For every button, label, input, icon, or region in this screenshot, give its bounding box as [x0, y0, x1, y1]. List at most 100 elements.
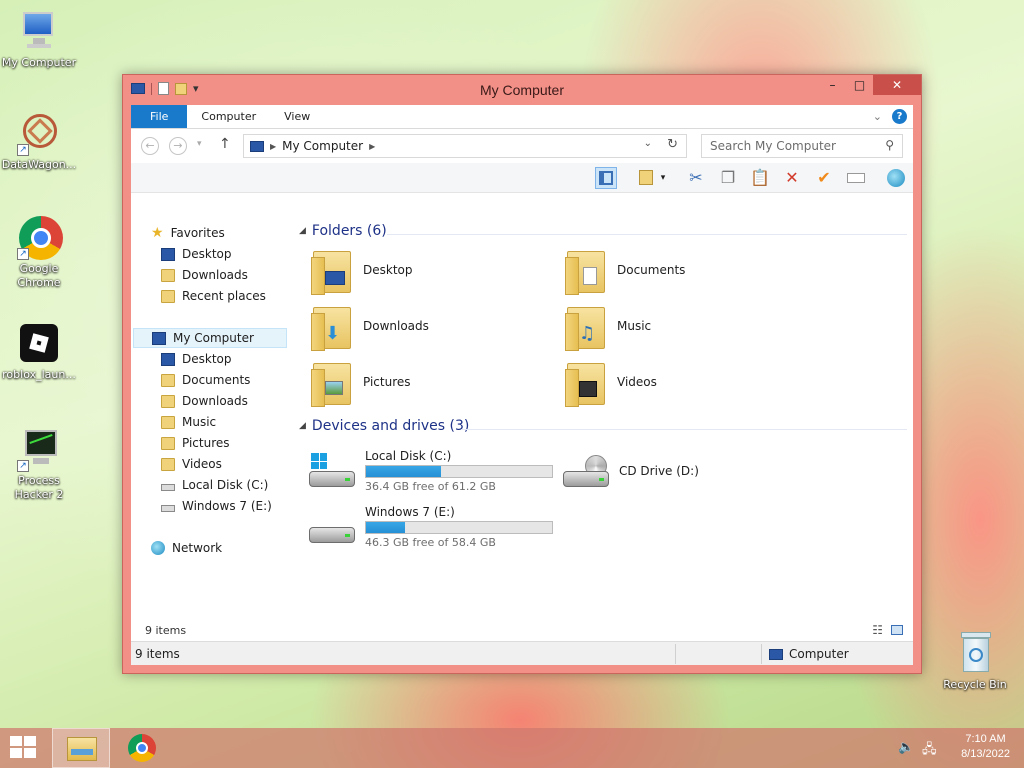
taskbar-file-explorer[interactable]: [52, 728, 110, 768]
drive-tile-e[interactable]: Windows 7 (E:) 46.3 GB free of 58.4 GB: [309, 505, 553, 549]
start-button[interactable]: [10, 736, 38, 760]
folders-group-header[interactable]: ◢ Folders (6): [299, 223, 387, 239]
nav-computer-desktop[interactable]: Desktop: [161, 349, 232, 369]
desktop-icon-process-hacker[interactable]: ↗ Process Hacker 2: [0, 428, 78, 502]
status-separator: [761, 644, 762, 664]
details-view-icon[interactable]: ☷: [872, 623, 883, 637]
windows-logo-icon: [24, 736, 36, 746]
up-button[interactable]: ↑: [219, 136, 231, 152]
status-zone-label: Computer: [789, 647, 849, 661]
hard-drive-icon: [309, 509, 357, 549]
nav-favorites[interactable]: ★ Favorites: [151, 223, 225, 243]
clock[interactable]: 7:10 AM 8/13/2022: [961, 732, 1010, 762]
cut-icon[interactable]: ✂: [685, 167, 707, 189]
ribbon-right: ⌄ ?: [873, 109, 907, 124]
preview-pane-icon[interactable]: [595, 167, 617, 189]
address-computer-icon: [250, 140, 264, 152]
folder-tile-pictures[interactable]: Pictures: [311, 359, 411, 407]
folder-label: Documents: [617, 263, 686, 277]
back-button[interactable]: ←: [141, 137, 159, 155]
hard-drive-icon: [161, 504, 175, 512]
desktop-icon-recycle-bin[interactable]: Recycle Bin: [936, 632, 1014, 692]
breadcrumb-chevron-icon[interactable]: ▶: [270, 142, 276, 151]
volume-muted-icon[interactable]: 🔈: [898, 740, 914, 755]
paste-icon[interactable]: 📋: [749, 167, 771, 189]
rename-check-icon[interactable]: ✔: [813, 167, 835, 189]
nav-label: Desktop: [182, 247, 232, 261]
drives-group-header[interactable]: ◢ Devices and drives (3): [299, 418, 469, 434]
desktop-icon-label: Google Chrome: [17, 262, 61, 289]
status-bar: 9 items Computer: [131, 641, 913, 665]
nav-computer-pictures[interactable]: Pictures: [161, 433, 230, 453]
status-items: 9 items: [135, 647, 180, 661]
search-input[interactable]: Search My Computer ⚲: [701, 134, 903, 158]
nav-windows7-e[interactable]: Windows 7 (E:): [161, 496, 272, 516]
group-title: Folders (6): [311, 223, 387, 239]
computer-icon: [17, 10, 61, 54]
desktop-icon: [161, 352, 175, 366]
tab-file[interactable]: File: [131, 105, 188, 128]
search-icon[interactable]: ⚲: [885, 138, 894, 152]
folder-tile-videos[interactable]: Videos: [565, 359, 657, 407]
maximize-button[interactable]: □: [846, 75, 873, 95]
nav-computer-videos[interactable]: Videos: [161, 454, 222, 474]
nav-label: Network: [172, 541, 223, 555]
nav-computer-music[interactable]: Music: [161, 412, 216, 432]
tab-view[interactable]: View: [270, 105, 324, 128]
videos-folder-icon: [565, 359, 607, 407]
address-bar[interactable]: ▶ My Computer ▶ ⌄ ↻: [243, 134, 687, 158]
tab-computer[interactable]: Computer: [187, 105, 270, 128]
downloads-folder-icon: [161, 268, 175, 282]
desktop-icon-datawagon[interactable]: ↗ DataWagon...: [0, 112, 78, 172]
breadcrumb-chevron-icon[interactable]: ▶: [369, 142, 375, 151]
search-placeholder: Search My Computer: [710, 139, 836, 153]
desktop-icon-chrome[interactable]: ↗ Google Chrome: [0, 216, 78, 290]
recent-places-icon: [161, 289, 175, 303]
folder-tile-downloads[interactable]: ⬇ Downloads: [311, 303, 429, 351]
delete-icon[interactable]: ✕: [781, 167, 803, 189]
minimize-button[interactable]: –: [819, 75, 846, 95]
forward-button[interactable]: →: [169, 137, 187, 155]
nav-my-computer[interactable]: My Computer: [133, 328, 287, 348]
collapse-triangle-icon[interactable]: ◢: [299, 421, 306, 431]
nav-favorite-downloads[interactable]: Downloads: [161, 265, 248, 285]
nav-computer-documents[interactable]: Documents: [161, 370, 250, 390]
nav-local-disk-c[interactable]: Local Disk (C:): [161, 475, 268, 495]
desktop-folder-icon: [311, 247, 353, 295]
drive-tile-cd[interactable]: CD Drive (D:): [563, 449, 699, 493]
desktop-icon-my-computer[interactable]: My Computer: [0, 10, 78, 70]
drive-usage-fill: [366, 466, 442, 477]
network-globe-icon[interactable]: [885, 167, 907, 189]
breadcrumb-root[interactable]: My Computer: [282, 139, 363, 153]
network-icon: [151, 541, 165, 555]
drive-name: Local Disk (C:): [365, 449, 452, 463]
help-icon[interactable]: ?: [892, 109, 907, 124]
status-separator: [675, 644, 676, 664]
large-icons-view-icon[interactable]: [891, 625, 903, 635]
drive-info: CD Drive (D:): [619, 449, 699, 493]
drive-tile-c[interactable]: Local Disk (C:) 36.4 GB free of 61.2 GB: [309, 449, 553, 493]
title-bar[interactable]: ▾ My Computer – □ ✕: [123, 75, 921, 105]
folder-tile-desktop[interactable]: Desktop: [311, 247, 413, 295]
properties-dropdown-icon[interactable]: ▾: [657, 167, 669, 189]
close-button[interactable]: ✕: [873, 75, 921, 95]
network-tray-icon[interactable]: 🖧: [922, 740, 937, 762]
nav-computer-downloads[interactable]: Downloads: [161, 391, 248, 411]
rename-field-icon[interactable]: [845, 167, 867, 189]
folder-label: Pictures: [363, 375, 411, 389]
folder-tile-music[interactable]: ♫ Music: [565, 303, 651, 351]
taskbar-chrome[interactable]: [114, 728, 172, 768]
folder-tile-documents[interactable]: Documents: [565, 247, 686, 295]
documents-folder-icon: [161, 373, 175, 387]
nav-network[interactable]: Network: [151, 538, 222, 558]
address-dropdown-icon[interactable]: ⌄: [644, 138, 652, 149]
desktop-icon-roblox[interactable]: roblox_laun...: [0, 322, 78, 382]
properties-folder-icon[interactable]: [635, 167, 657, 189]
copy-icon[interactable]: ❐: [717, 167, 739, 189]
recent-locations-icon[interactable]: ▾: [197, 139, 202, 149]
refresh-icon[interactable]: ↻: [667, 137, 678, 152]
collapse-triangle-icon[interactable]: ◢: [299, 226, 306, 236]
expand-ribbon-icon[interactable]: ⌄: [873, 110, 882, 123]
nav-favorite-recent-places[interactable]: Recent places: [161, 286, 266, 306]
nav-favorite-desktop[interactable]: Desktop: [161, 244, 232, 264]
